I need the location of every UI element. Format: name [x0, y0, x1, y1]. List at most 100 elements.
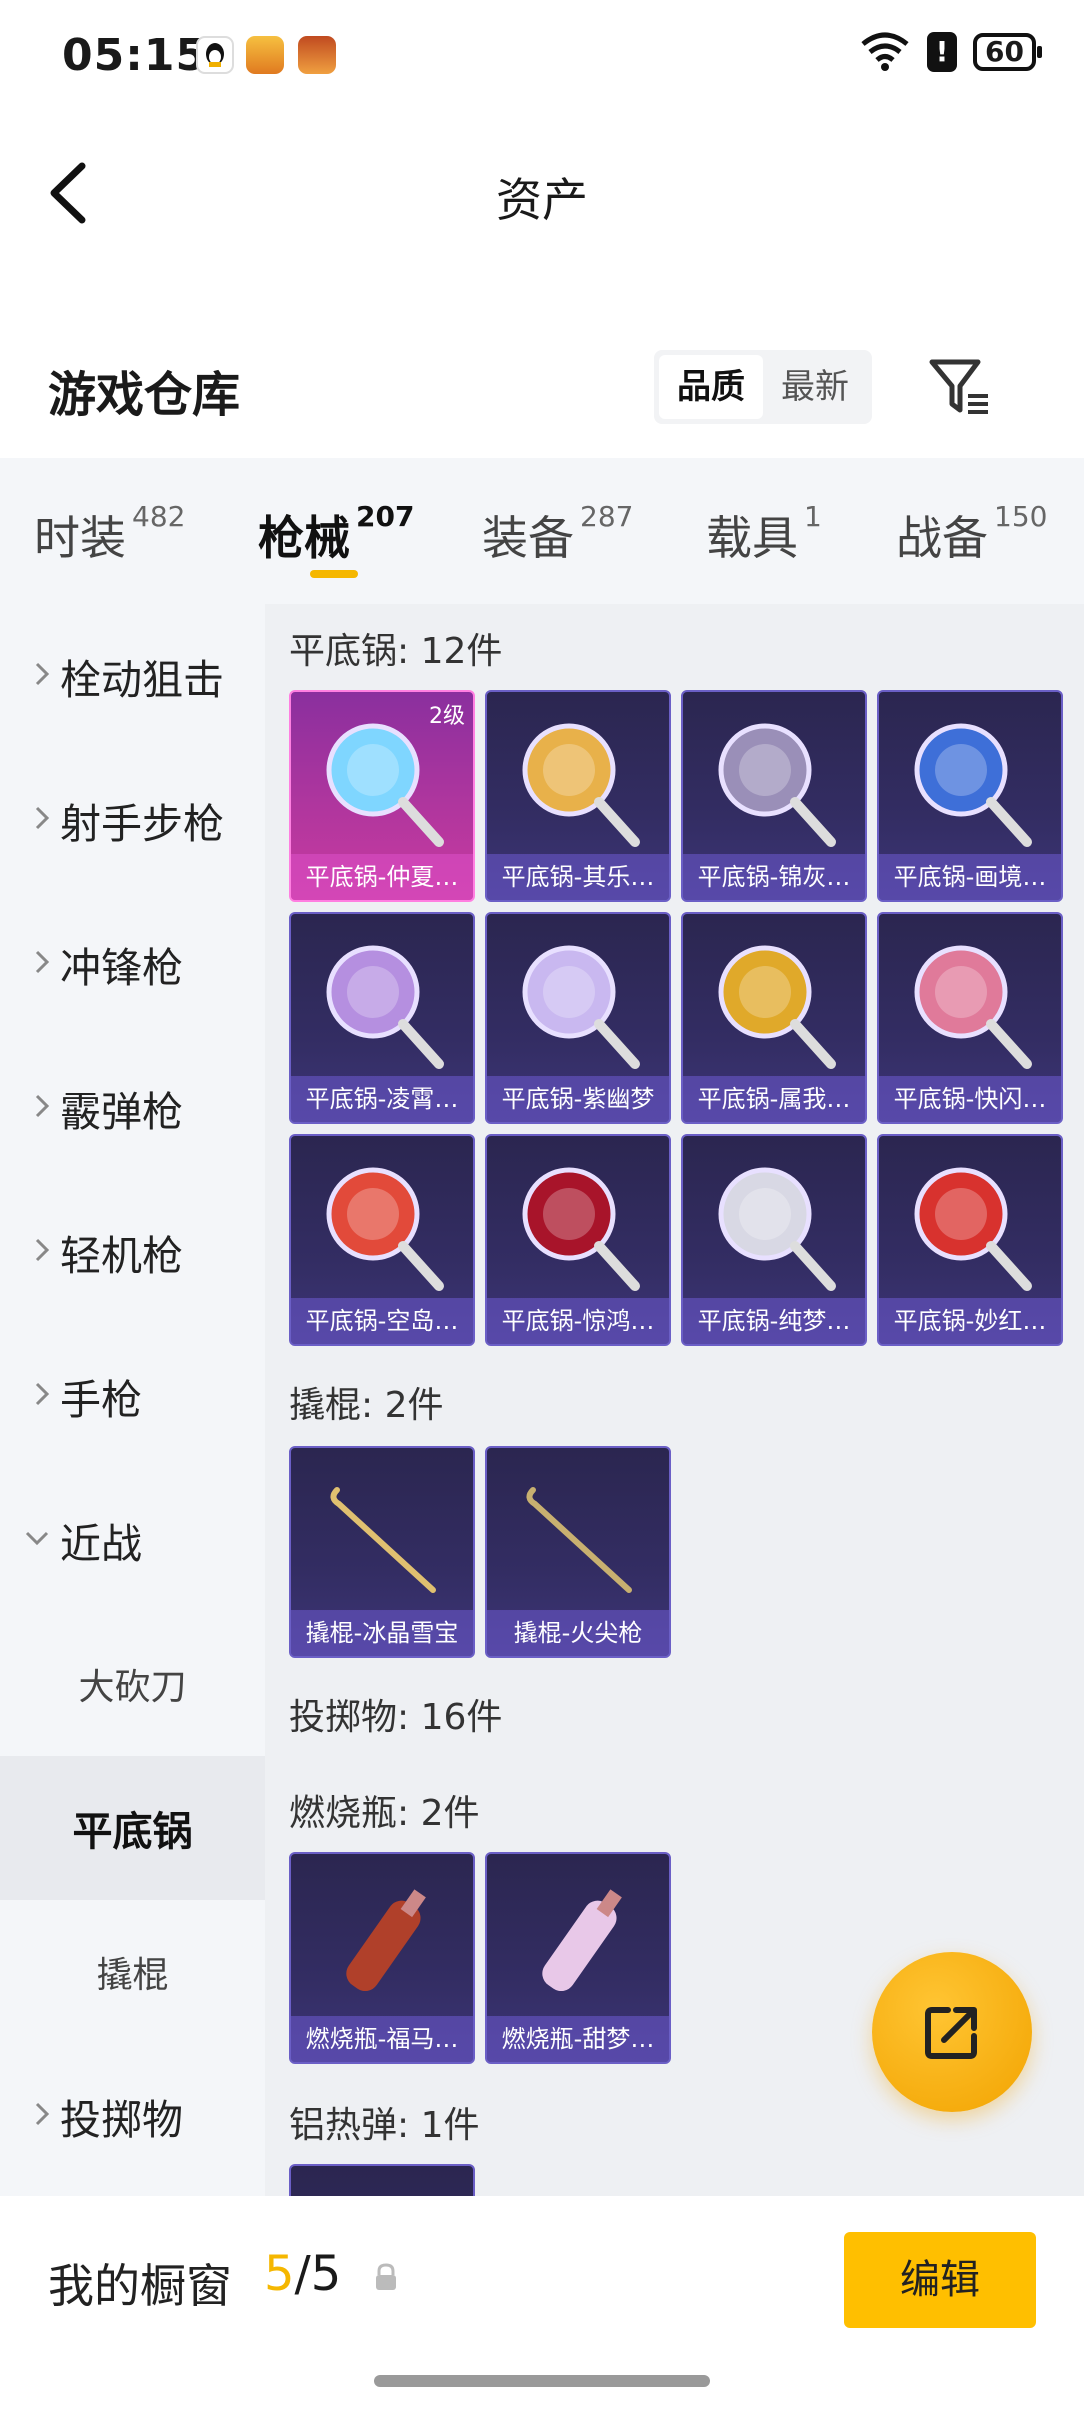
sidebar-item-shotgun[interactable]: 霰弹枪 — [0, 1036, 265, 1180]
tab-count: 287 — [580, 500, 634, 533]
sidebar-item-lmg[interactable]: 轻机枪 — [0, 1180, 265, 1324]
item-card[interactable]: 平底锅-凌霄… — [289, 912, 475, 1124]
item-card[interactable]: 平底锅-快闪… — [877, 912, 1063, 1124]
chevron-right-icon — [0, 1093, 60, 1123]
item-card[interactable] — [289, 2164, 475, 2196]
showcase-separator: / — [294, 2246, 311, 2302]
item-card[interactable]: 燃烧瓶-福马… — [289, 1852, 475, 2064]
item-name: 平底锅-妙红… — [879, 1298, 1061, 1344]
share-button[interactable] — [872, 1952, 1032, 2112]
item-art-icon — [330, 1487, 436, 1593]
sidebar-item-label: 近战 — [60, 1520, 142, 1568]
category-tabs: 时装 482 枪械 207 装备 287 载具 1 战备 150 — [0, 458, 1084, 604]
item-name: 平底锅-画境… — [879, 854, 1061, 900]
sidebar-item-melee[interactable]: 近战 — [0, 1468, 265, 1612]
battery-indicator: 60 — [973, 33, 1042, 71]
item-art-icon — [914, 723, 1032, 847]
tab-count: 150 — [994, 500, 1048, 533]
item-art-icon — [326, 723, 444, 847]
sort-newest-option[interactable]: 最新 — [763, 355, 867, 419]
pan-grid: 2级 平底锅-仲夏… 平底锅-其乐… 平底锅-锦灰… 平底锅-画境… 平底锅-凌霄… 平底锅… — [289, 690, 1063, 1346]
chevron-right-icon — [0, 1381, 60, 1411]
tab-supplies[interactable]: 战备 150 — [896, 500, 1048, 568]
item-card[interactable]: 平底锅-空岛… — [289, 1134, 475, 1346]
sidebar-item-label: 冲锋枪 — [60, 944, 183, 992]
item-card[interactable]: 平底锅-妙红… — [877, 1134, 1063, 1346]
tab-equipment[interactable]: 装备 287 — [482, 500, 634, 568]
sidebar-item-label: 轻机枪 — [60, 1232, 183, 1280]
showcase-total: 5 — [310, 2246, 342, 2302]
item-name: 平底锅-惊鸿… — [487, 1298, 669, 1344]
item-level-badge: 2级 — [429, 704, 465, 729]
sidebar-subitem-crowbar[interactable]: 撬棍 — [0, 1900, 265, 2044]
item-name: 燃烧瓶-甜梦… — [487, 2016, 669, 2062]
item-art-icon — [522, 1167, 640, 1291]
tab-vehicles[interactable]: 载具 1 — [706, 500, 822, 568]
item-art-icon — [718, 723, 836, 847]
warehouse-title: 游戏仓库 — [48, 367, 241, 423]
tab-weapons[interactable]: 枪械 207 — [258, 500, 414, 568]
item-card[interactable]: 平底锅-其乐… — [485, 690, 671, 902]
section-title-thermite: 铝热弹: 1件 — [289, 2105, 480, 2146]
sidebar-subitem-pan[interactable]: 平底锅 — [0, 1756, 265, 1900]
item-art-icon — [914, 945, 1032, 1069]
section-title-throwables: 投掷物: 16件 — [289, 1697, 503, 1738]
thermite-grid — [289, 2164, 1063, 2196]
item-card[interactable]: 平底锅-紫幽梦 — [485, 912, 671, 1124]
tab-count: 1 — [804, 500, 822, 533]
tab-fashion[interactable]: 时装 482 — [34, 500, 186, 568]
section-title-molotov: 燃烧瓶: 2件 — [289, 1793, 480, 1834]
item-card[interactable]: 2级 平底锅-仲夏… — [289, 690, 475, 902]
item-card[interactable]: 平底锅-惊鸿… — [485, 1134, 671, 1346]
sidebar-item-label: 投掷物 — [60, 2096, 183, 2144]
item-name: 平底锅-属我… — [683, 1076, 865, 1122]
item-name: 平底锅-凌霄… — [291, 1076, 473, 1122]
sidebar-item-smg[interactable]: 冲锋枪 — [0, 892, 265, 1036]
item-art-icon — [326, 945, 444, 1069]
share-icon — [925, 2007, 977, 2059]
sidebar-item-pistol[interactable]: 手枪 — [0, 1324, 265, 1468]
sort-quality-option[interactable]: 品质 — [659, 355, 763, 419]
tab-label: 装备 — [482, 511, 574, 565]
item-art-icon — [522, 723, 640, 847]
active-tab-indicator — [310, 570, 358, 578]
sidebar-subitem-machete[interactable]: 大砍刀 — [0, 1612, 265, 1756]
item-name: 平底锅-紫幽梦 — [487, 1076, 669, 1122]
crowbar-grid: 撬棍-冰晶雪宝 撬棍-火尖枪 — [289, 1446, 1063, 1658]
item-card[interactable]: 平底锅-属我… — [681, 912, 867, 1124]
item-art-icon — [718, 945, 836, 1069]
home-indicator[interactable] — [374, 2375, 710, 2387]
qq-app-icon — [196, 36, 234, 74]
item-art-icon — [346, 1889, 426, 1992]
alert-icon: ! — [927, 32, 958, 72]
chevron-down-icon — [0, 1530, 60, 1550]
item-name: 燃烧瓶-福马… — [291, 2016, 473, 2062]
item-art-icon — [914, 1167, 1032, 1291]
chevron-right-icon — [0, 1237, 60, 1267]
item-art-icon — [326, 1167, 444, 1291]
sidebar-item-bolt-sniper[interactable]: 栓动狙击 — [0, 604, 265, 748]
item-name: 撬棍-冰晶雪宝 — [291, 1610, 473, 1656]
item-card[interactable]: 平底锅-纯梦… — [681, 1134, 867, 1346]
edit-button[interactable]: 编辑 — [844, 2232, 1036, 2328]
item-card[interactable]: 平底锅-画境… — [877, 690, 1063, 902]
tab-count: 482 — [132, 500, 186, 533]
item-name: 平底锅-快闪… — [879, 1076, 1061, 1122]
item-art-icon — [526, 1487, 632, 1593]
page-title: 资产 — [496, 173, 588, 227]
sidebar-item-throwables[interactable]: 投掷物 — [0, 2044, 265, 2188]
item-card[interactable]: 平底锅-锦灰… — [681, 690, 867, 902]
section-title-pan: 平底锅: 12件 — [289, 631, 503, 672]
tab-label: 战备 — [896, 511, 988, 565]
weapon-category-sidebar: 栓动狙击 射手步枪 冲锋枪 霰弹枪 轻机枪 手枪 近战 大砍刀 平底锅 撬棍 投… — [0, 604, 265, 2196]
sidebar-item-marksman-rifle[interactable]: 射手步枪 — [0, 748, 265, 892]
filter-icon[interactable] — [926, 356, 992, 418]
item-card[interactable]: 撬棍-冰晶雪宝 — [289, 1446, 475, 1658]
status-bar: 05:15 ! 60 — [0, 0, 1084, 110]
wifi-icon — [861, 32, 909, 71]
item-card[interactable]: 撬棍-火尖枪 — [485, 1446, 671, 1658]
tab-label: 枪械 — [258, 511, 350, 565]
sidebar-item-label: 栓动狙击 — [60, 656, 224, 704]
item-art-icon — [718, 1167, 836, 1291]
item-card[interactable]: 燃烧瓶-甜梦… — [485, 1852, 671, 2064]
